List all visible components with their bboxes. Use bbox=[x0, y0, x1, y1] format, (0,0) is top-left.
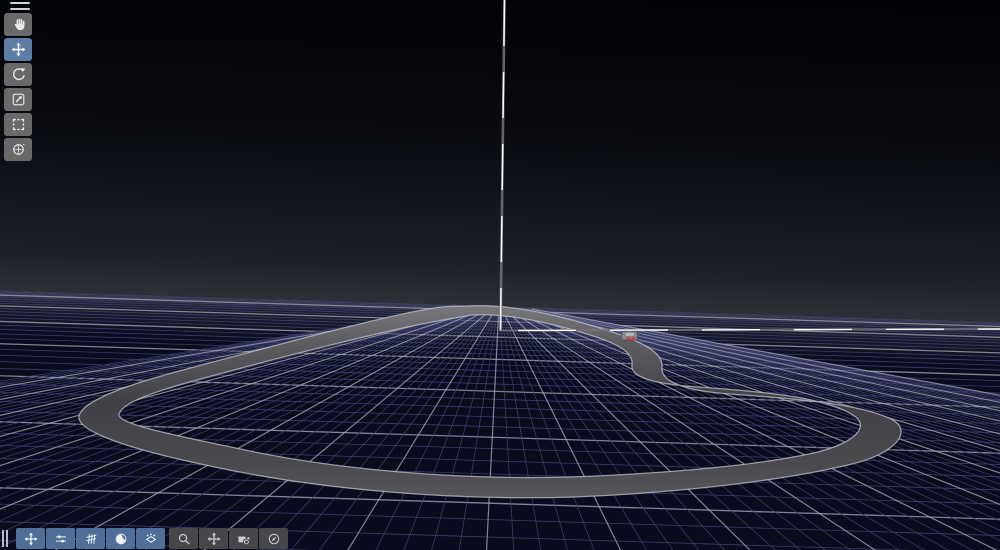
vehicle[interactable] bbox=[621, 331, 638, 342]
pan-tool-button[interactable] bbox=[199, 528, 228, 549]
compass-icon bbox=[268, 533, 279, 544]
move-icon bbox=[23, 531, 38, 546]
app-window bbox=[0, 0, 1000, 550]
rotate-icon bbox=[12, 67, 25, 81]
hand-tool-button[interactable] bbox=[4, 13, 32, 36]
marquee-select-icon bbox=[12, 118, 24, 131]
orbit-icon bbox=[12, 143, 25, 155]
axis-gizmo[interactable] bbox=[499, 0, 1000, 332]
scale-icon bbox=[12, 93, 24, 106]
camera-icon bbox=[237, 535, 250, 545]
left-toolbar bbox=[4, 13, 32, 161]
rotate-tool-button[interactable] bbox=[4, 63, 32, 86]
lod-icon bbox=[145, 533, 156, 543]
display-settings-button[interactable] bbox=[46, 528, 75, 549]
viewport-3d[interactable] bbox=[0, 0, 1000, 550]
lod-toggle-button[interactable] bbox=[136, 528, 165, 549]
sliders-icon bbox=[55, 535, 66, 542]
move-icon bbox=[11, 42, 25, 57]
scale-tool-button[interactable] bbox=[4, 88, 32, 111]
hamburger-menu-icon[interactable] bbox=[10, 2, 30, 11]
bottom-toolbar bbox=[2, 528, 288, 549]
hatch-icon bbox=[85, 533, 96, 544]
move-tool-button[interactable] bbox=[4, 38, 32, 61]
magnifier-icon bbox=[178, 533, 189, 544]
toolbar-drag-handle[interactable] bbox=[2, 530, 11, 547]
grid-overlay-toggle-button[interactable] bbox=[76, 528, 105, 549]
hand-icon bbox=[14, 18, 24, 31]
orbit-tool-button[interactable] bbox=[4, 138, 32, 161]
camera-view-button[interactable] bbox=[229, 528, 258, 549]
move-toggle-button[interactable] bbox=[16, 528, 45, 549]
zoom-tool-button[interactable] bbox=[169, 528, 198, 549]
move-icon bbox=[206, 531, 221, 546]
compass-orientation-button[interactable] bbox=[259, 528, 288, 549]
scene-overlay bbox=[78, 0, 1000, 499]
marquee-select-tool-button[interactable] bbox=[4, 113, 32, 136]
moon-icon bbox=[115, 533, 126, 544]
night-mode-toggle-button[interactable] bbox=[106, 528, 135, 549]
race-track[interactable] bbox=[78, 305, 902, 499]
